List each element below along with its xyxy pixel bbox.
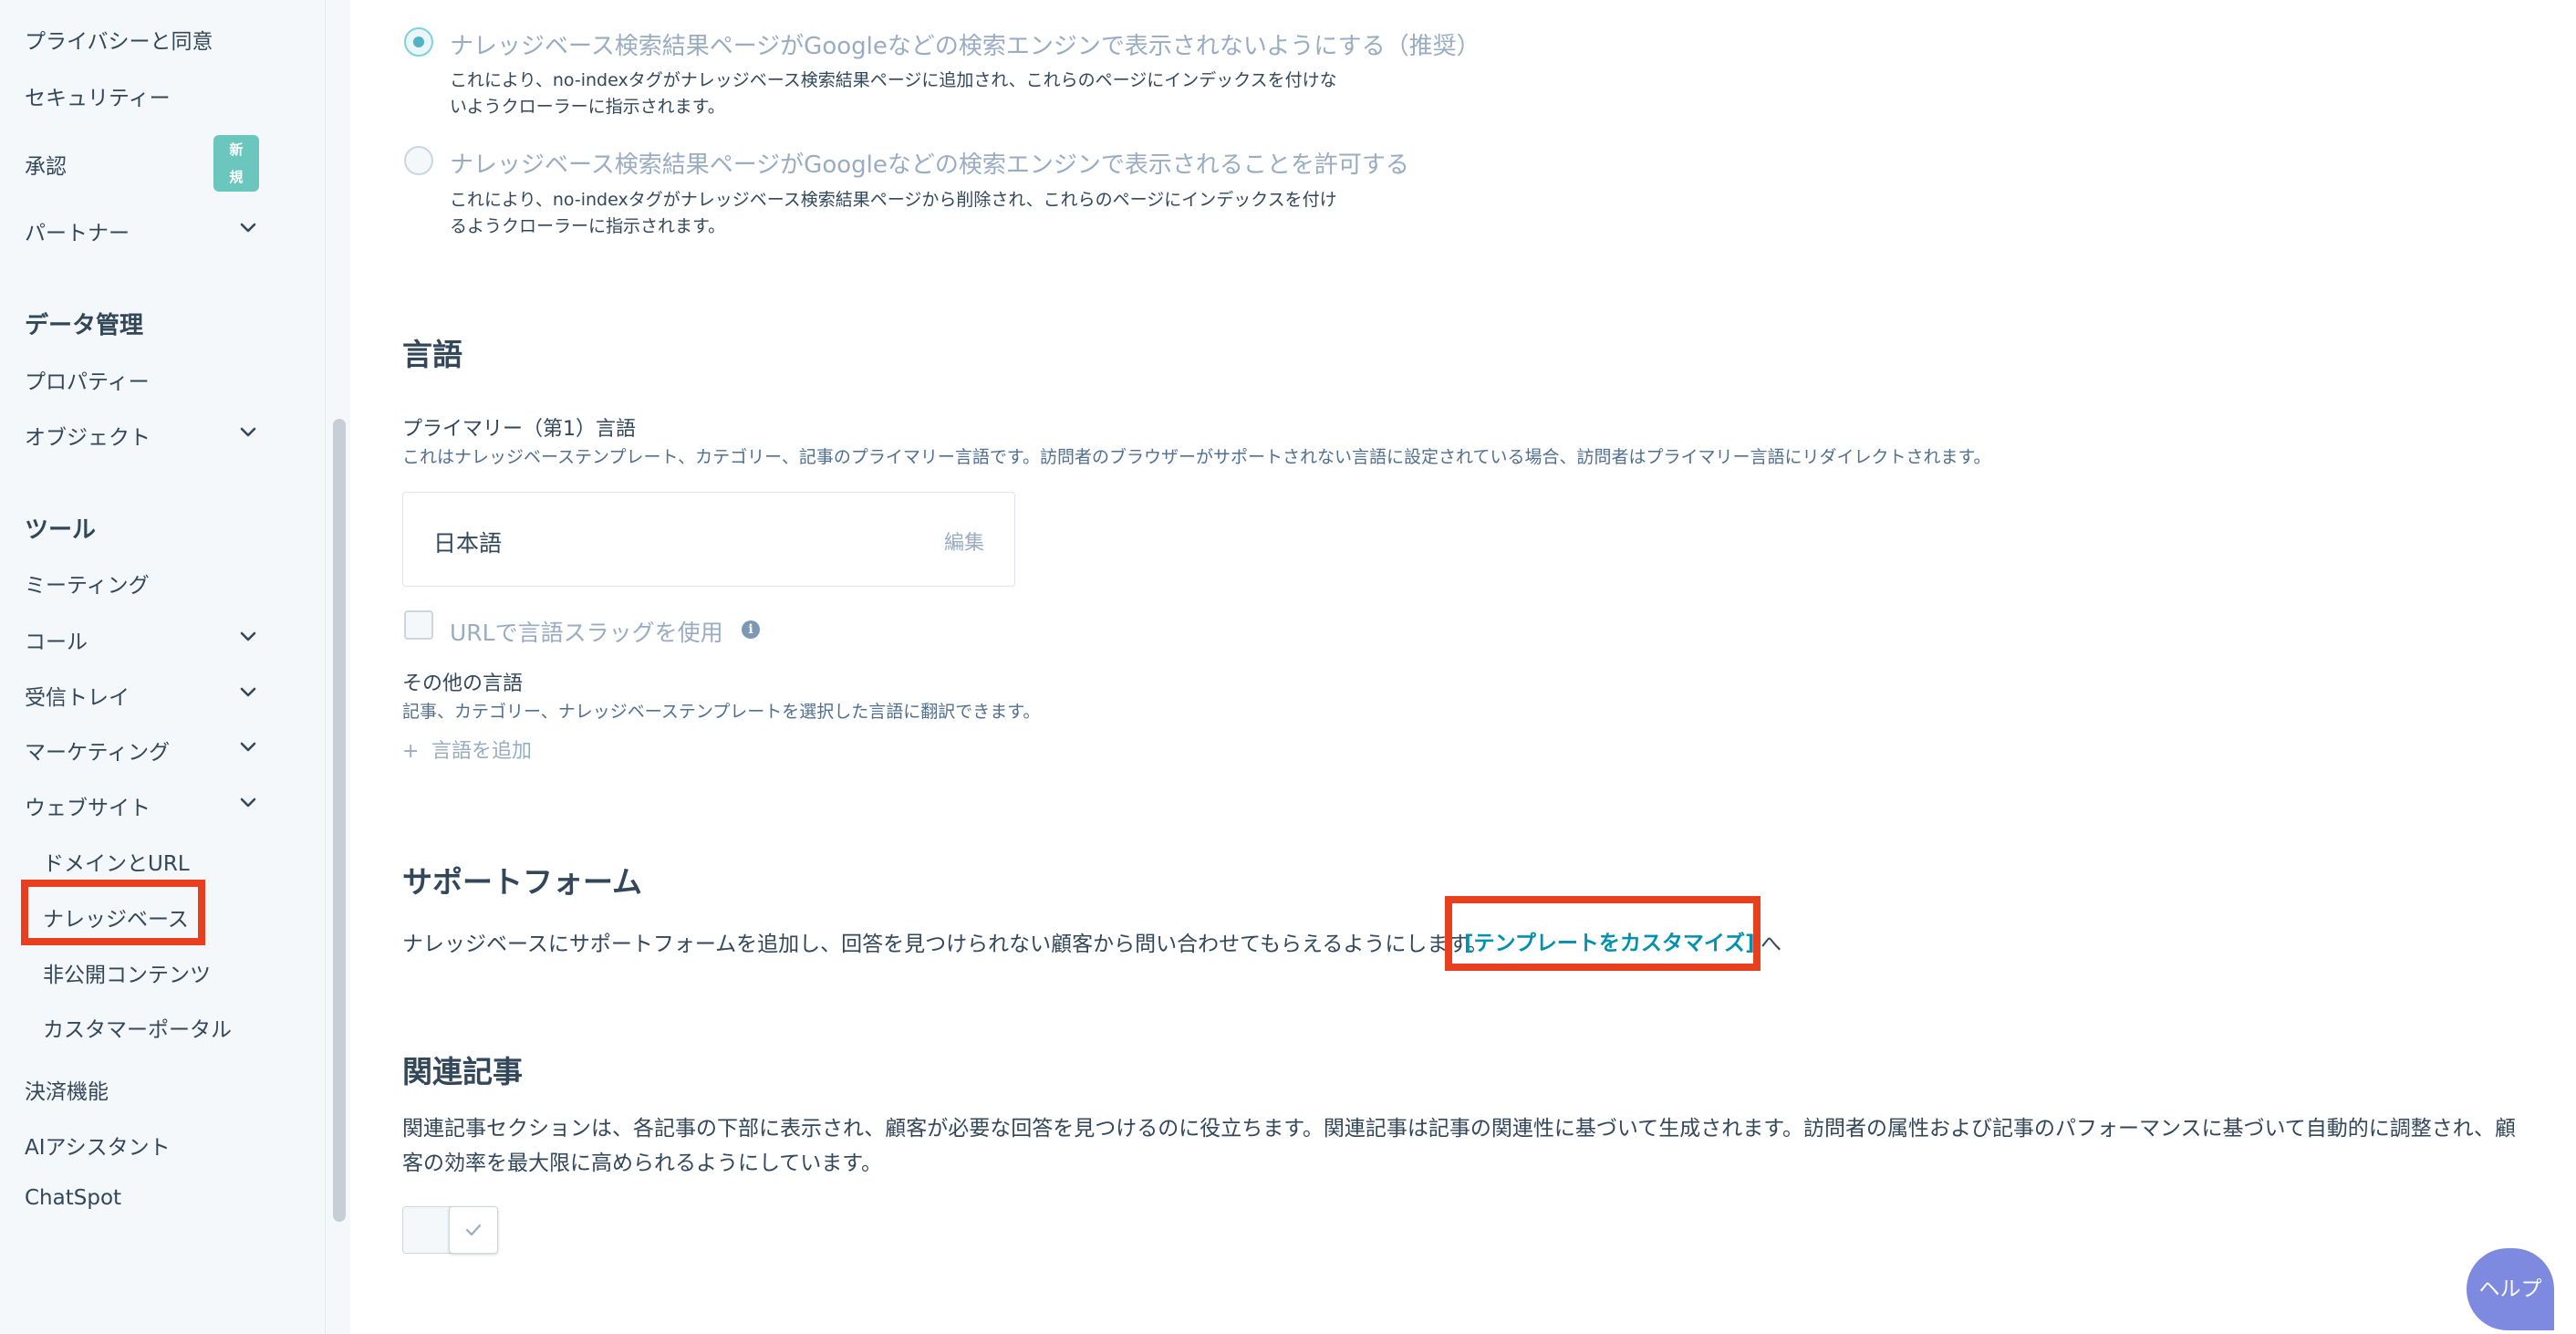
sidebar-item-calls[interactable]: コール bbox=[25, 624, 88, 655]
sidebar-item-properties[interactable]: プロパティー bbox=[25, 364, 150, 395]
sidebar-section-data-management: データ管理 bbox=[25, 312, 144, 339]
allow-index-radio-description: これにより、no-indexタグがナレッジベース検索結果ページから削除され、これ… bbox=[450, 190, 1337, 236]
sidebar-item-security[interactable]: セキュリティー bbox=[25, 80, 171, 111]
chevron-down-icon[interactable] bbox=[238, 217, 258, 237]
other-languages-label: その他の言語 bbox=[402, 672, 524, 695]
new-badge-line2: 規 bbox=[229, 169, 244, 185]
sidebar-item-website[interactable]: ウェブサイト bbox=[25, 790, 151, 821]
sidebar-item-chatspot[interactable]: ChatSpot bbox=[25, 1186, 121, 1210]
noindex-radio-label[interactable]: ナレッジベース検索結果ページがGoogleなどの検索エンジンで表示されないように… bbox=[450, 27, 1480, 61]
chevron-down-icon[interactable] bbox=[238, 422, 258, 442]
settings-sidebar: プライバシーと同意 セキュリティー 承認 新 規 パートナー データ管理 プロパ… bbox=[0, 0, 350, 1334]
chevron-up-icon[interactable] bbox=[238, 792, 258, 812]
help-button[interactable]: ヘルプ bbox=[2467, 1248, 2554, 1330]
related-articles-toggle[interactable] bbox=[402, 1206, 498, 1254]
allow-index-radio-label[interactable]: ナレッジベース検索結果ページがGoogleなどの検索エンジンで表示されることを許… bbox=[450, 146, 1409, 180]
sidebar-scrollbar-thumb[interactable] bbox=[333, 419, 346, 1222]
support-form-suffix: へ bbox=[1761, 933, 1781, 956]
sidebar-item-marketing[interactable]: マーケティング bbox=[25, 735, 170, 766]
related-articles-heading: 関連記事 bbox=[402, 1054, 523, 1089]
sidebar-item-ai-assistant[interactable]: AIアシスタント bbox=[25, 1130, 171, 1161]
chevron-down-icon[interactable] bbox=[238, 682, 258, 702]
chevron-down-icon[interactable] bbox=[238, 736, 258, 756]
noindex-radio[interactable] bbox=[404, 27, 433, 57]
sidebar-item-approvals[interactable]: 承認 bbox=[25, 149, 67, 180]
info-icon[interactable]: i bbox=[742, 620, 760, 639]
plus-icon: + bbox=[402, 740, 420, 763]
toggle-knob bbox=[449, 1206, 498, 1254]
edit-language-button[interactable]: 編集 bbox=[944, 526, 984, 556]
sidebar-item-privacy-consent[interactable]: プライバシーと同意 bbox=[25, 24, 213, 55]
highlight-box-knowledge-base bbox=[21, 880, 205, 945]
sidebar-item-inbox[interactable]: 受信トレイ bbox=[25, 680, 130, 711]
sidebar-item-meetings[interactable]: ミーティング bbox=[25, 568, 150, 599]
add-language-button[interactable]: + 言語を追加 bbox=[402, 735, 532, 764]
sidebar-item-payments[interactable]: 決済機能 bbox=[25, 1074, 109, 1105]
primary-language-value: 日本語 bbox=[433, 530, 503, 557]
language-slug-checkbox-label[interactable]: URLで言語スラッグを使用 bbox=[450, 615, 723, 648]
sidebar-item-domains-urls[interactable]: ドメインとURL bbox=[43, 846, 190, 877]
language-slug-checkbox[interactable] bbox=[404, 610, 433, 640]
allow-index-radio[interactable] bbox=[404, 146, 433, 175]
noindex-radio-description: これにより、no-indexタグがナレッジベース検索結果ページに追加され、これら… bbox=[450, 70, 1337, 117]
sidebar-item-private-content[interactable]: 非公開コンテンツ bbox=[43, 957, 211, 988]
other-languages-description: 記事、カテゴリー、ナレッジベーステンプレートを選択した言語に翻訳できます。 bbox=[402, 702, 1041, 722]
highlight-box-customize-template bbox=[1445, 896, 1761, 971]
sidebar-item-customer-portal[interactable]: カスタマーポータル bbox=[43, 1012, 232, 1043]
support-form-heading: サポートフォーム bbox=[402, 864, 643, 900]
chevron-down-icon[interactable] bbox=[238, 626, 258, 646]
primary-language-description: これはナレッジベーステンプレート、カテゴリー、記事のプライマリー言語です。訪問者… bbox=[402, 447, 1991, 467]
new-badge-line1: 新 bbox=[229, 141, 244, 158]
related-articles-description: 関連記事セクションは、各記事の下部に表示され、顧客が必要な回答を見つけるのに役立… bbox=[402, 1117, 2517, 1175]
check-icon bbox=[465, 1224, 482, 1236]
add-language-label: 言語を追加 bbox=[431, 740, 533, 763]
language-heading: 言語 bbox=[402, 337, 462, 372]
sidebar-section-tools: ツール bbox=[25, 516, 97, 544]
primary-language-label: プライマリー（第1）言語 bbox=[402, 418, 636, 441]
sidebar-item-partners[interactable]: パートナー bbox=[25, 215, 130, 246]
support-form-description: ナレッジベースにサポートフォームを追加し、回答を見つけられない顧客から問い合わせ… bbox=[402, 933, 1489, 956]
new-badge: 新 規 bbox=[213, 135, 259, 192]
sidebar-item-objects[interactable]: オブジェクト bbox=[25, 420, 151, 451]
